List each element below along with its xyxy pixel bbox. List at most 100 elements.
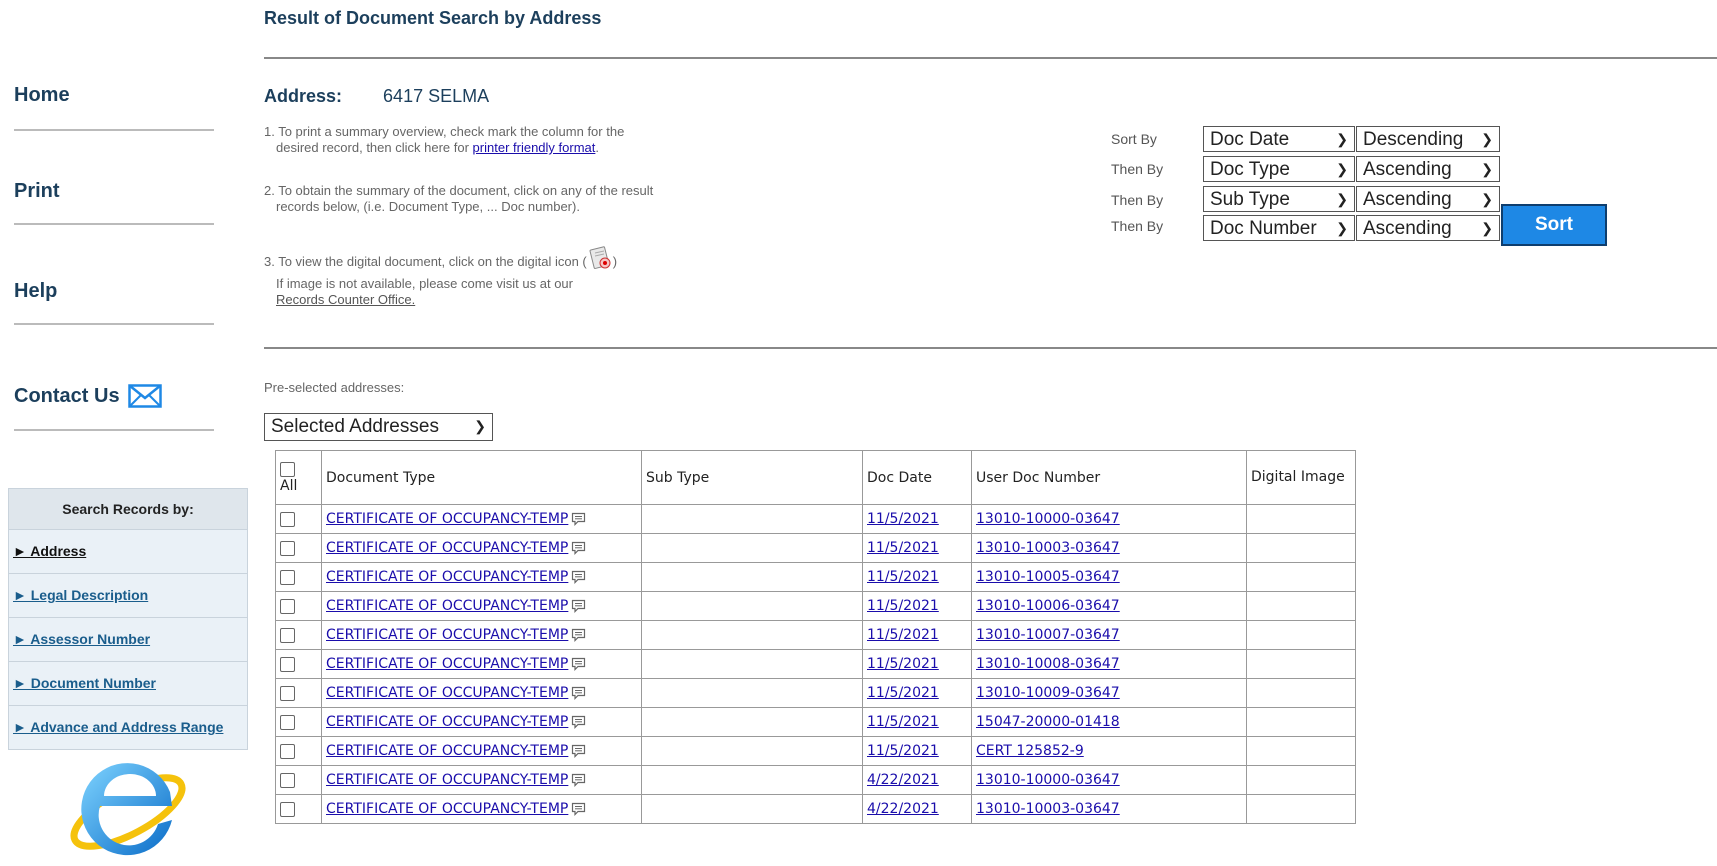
search-by-legal-description[interactable]: ► Legal Description [9,574,247,618]
sort-order-select-3[interactable]: Ascending ❯ [1356,186,1500,212]
row-checkbox[interactable] [280,743,295,759]
printer-friendly-link[interactable]: printer friendly format [473,140,596,155]
preselected-address-select[interactable]: Selected Addresses ❯ [264,413,493,441]
doc-number-link[interactable]: 13010-10003-03647 [976,801,1120,817]
doc-type-link[interactable]: CERTIFICATE OF OCCUPANCY-TEMP [326,685,568,701]
sort-button[interactable]: Sort [1501,204,1607,246]
doc-date-link[interactable]: 11/5/2021 [867,743,939,759]
doc-date-link[interactable]: 11/5/2021 [867,511,939,527]
doc-type-link[interactable]: CERTIFICATE OF OCCUPANCY-TEMP [326,714,568,730]
sort-field-select-4[interactable]: Doc Number ❯ [1203,215,1355,241]
instruction-text: records below, (i.e. Document Type, ... … [276,199,580,214]
nav-divider [14,129,214,131]
sort-field-select-3[interactable]: Sub Type ❯ [1203,186,1355,212]
sort-field-select-2[interactable]: Doc Type ❯ [1203,156,1355,182]
doc-date-link[interactable]: 11/5/2021 [867,714,939,730]
nav-home-link[interactable]: Home [14,84,70,107]
doc-type-link[interactable]: CERTIFICATE OF OCCUPANCY-TEMP [326,801,568,817]
doc-date-link[interactable]: 11/5/2021 [867,598,939,614]
row-checkbox-cell [275,620,322,650]
results-table: All Document Type Sub Type Doc Date User… [275,450,1356,824]
doc-type-header[interactable]: Document Type [321,450,642,505]
nav-print-link[interactable]: Print [14,180,60,203]
search-by-advance-range[interactable]: ► Advance and Address Range [9,706,247,749]
search-by-address[interactable]: ► Address [9,530,247,574]
comment-icon[interactable] [571,773,586,787]
doc-date-link[interactable]: 4/22/2021 [867,801,939,817]
row-checkbox[interactable] [280,598,295,614]
records-counter-office-link[interactable]: Records Counter Office. [276,292,415,307]
address-label: Address: [264,86,343,106]
comment-icon[interactable] [571,628,586,642]
table-row: CERTIFICATE OF OCCUPANCY-TEMP 4/22/2021 13… [275,794,1356,824]
doc-number-link[interactable]: 13010-10005-03647 [976,569,1120,585]
comment-icon[interactable] [571,512,586,526]
doc-type-link[interactable]: CERTIFICATE OF OCCUPANCY-TEMP [326,540,568,556]
search-by-address-link[interactable]: ► Address [13,543,86,559]
row-checkbox[interactable] [280,569,295,585]
search-by-legal-description-link[interactable]: ► Legal Description [13,587,148,603]
doc-type-link[interactable]: CERTIFICATE OF OCCUPANCY-TEMP [326,511,568,527]
mail-icon[interactable] [127,384,162,408]
sort-order-select-1[interactable]: Descending ❯ [1356,126,1500,152]
row-checkbox-cell [275,562,322,592]
user-doc-number-header[interactable]: User Doc Number [971,450,1247,505]
doc-type-link[interactable]: CERTIFICATE OF OCCUPANCY-TEMP [326,598,568,614]
comment-icon[interactable] [571,657,586,671]
row-checkbox[interactable] [280,627,295,643]
search-by-assessor-number[interactable]: ► Assessor Number [9,618,247,662]
doc-type-link[interactable]: CERTIFICATE OF OCCUPANCY-TEMP [326,656,568,672]
sub-type-header[interactable]: Sub Type [641,450,863,505]
doc-type-link[interactable]: CERTIFICATE OF OCCUPANCY-TEMP [326,743,568,759]
doc-number-link[interactable]: CERT 125852-9 [976,743,1084,759]
doc-date-link[interactable]: 11/5/2021 [867,569,939,585]
doc-date-link[interactable]: 11/5/2021 [867,685,939,701]
nav-contact-link[interactable]: Contact Us [14,384,162,408]
doc-type-link[interactable]: CERTIFICATE OF OCCUPANCY-TEMP [326,627,568,643]
doc-type-link[interactable]: CERTIFICATE OF OCCUPANCY-TEMP [326,772,568,788]
search-by-advance-range-link[interactable]: ► Advance and Address Range [13,719,223,735]
doc-number-link[interactable]: 13010-10006-03647 [976,598,1120,614]
row-checkbox[interactable] [280,656,295,672]
row-checkbox[interactable] [280,714,295,730]
doc-number-link[interactable]: 13010-10003-03647 [976,540,1120,556]
doc-date-link[interactable]: 11/5/2021 [867,540,939,556]
comment-icon[interactable] [571,686,586,700]
row-checkbox[interactable] [280,685,295,701]
comment-icon[interactable] [571,599,586,613]
table-row: CERTIFICATE OF OCCUPANCY-TEMP 11/5/2021 13… [275,678,1356,708]
row-checkbox[interactable] [280,540,295,556]
doc-date-link[interactable]: 4/22/2021 [867,772,939,788]
doc-number-link[interactable]: 13010-10000-03647 [976,511,1120,527]
doc-number-link[interactable]: 13010-10008-03647 [976,656,1120,672]
comment-icon[interactable] [571,715,586,729]
doc-date-link[interactable]: 11/5/2021 [867,656,939,672]
comment-icon[interactable] [571,802,586,816]
doc-number-link[interactable]: 13010-10007-03647 [976,627,1120,643]
sort-field-select-1[interactable]: Doc Date ❯ [1203,126,1355,152]
comment-icon[interactable] [571,570,586,584]
instruction-step-1: 1. To print a summary overview, check ma… [264,124,624,156]
search-by-document-number[interactable]: ► Document Number [9,662,247,706]
row-checkbox-cell [275,533,322,563]
comment-icon[interactable] [571,744,586,758]
digital-image-cell [1246,591,1356,621]
sort-order-select-4[interactable]: Ascending ❯ [1356,215,1500,241]
sort-field-value: Doc Number [1210,218,1317,239]
select-all-checkbox[interactable] [280,462,295,477]
doc-number-link[interactable]: 13010-10009-03647 [976,685,1120,701]
comment-icon[interactable] [571,541,586,555]
row-checkbox[interactable] [280,801,295,817]
doc-date-header[interactable]: Doc Date [862,450,972,505]
doc-number-link[interactable]: 13010-10000-03647 [976,772,1120,788]
nav-help-link[interactable]: Help [14,280,57,303]
row-checkbox[interactable] [280,511,295,527]
doc-number-link[interactable]: 15047-20000-01418 [976,714,1120,730]
doc-type-link[interactable]: CERTIFICATE OF OCCUPANCY-TEMP [326,569,568,585]
row-checkbox[interactable] [280,772,295,788]
search-by-assessor-number-link[interactable]: ► Assessor Number [13,631,150,647]
search-by-document-number-link[interactable]: ► Document Number [13,675,156,691]
digital-image-cell [1246,794,1356,824]
sort-order-select-2[interactable]: Ascending ❯ [1356,156,1500,182]
doc-date-link[interactable]: 11/5/2021 [867,627,939,643]
